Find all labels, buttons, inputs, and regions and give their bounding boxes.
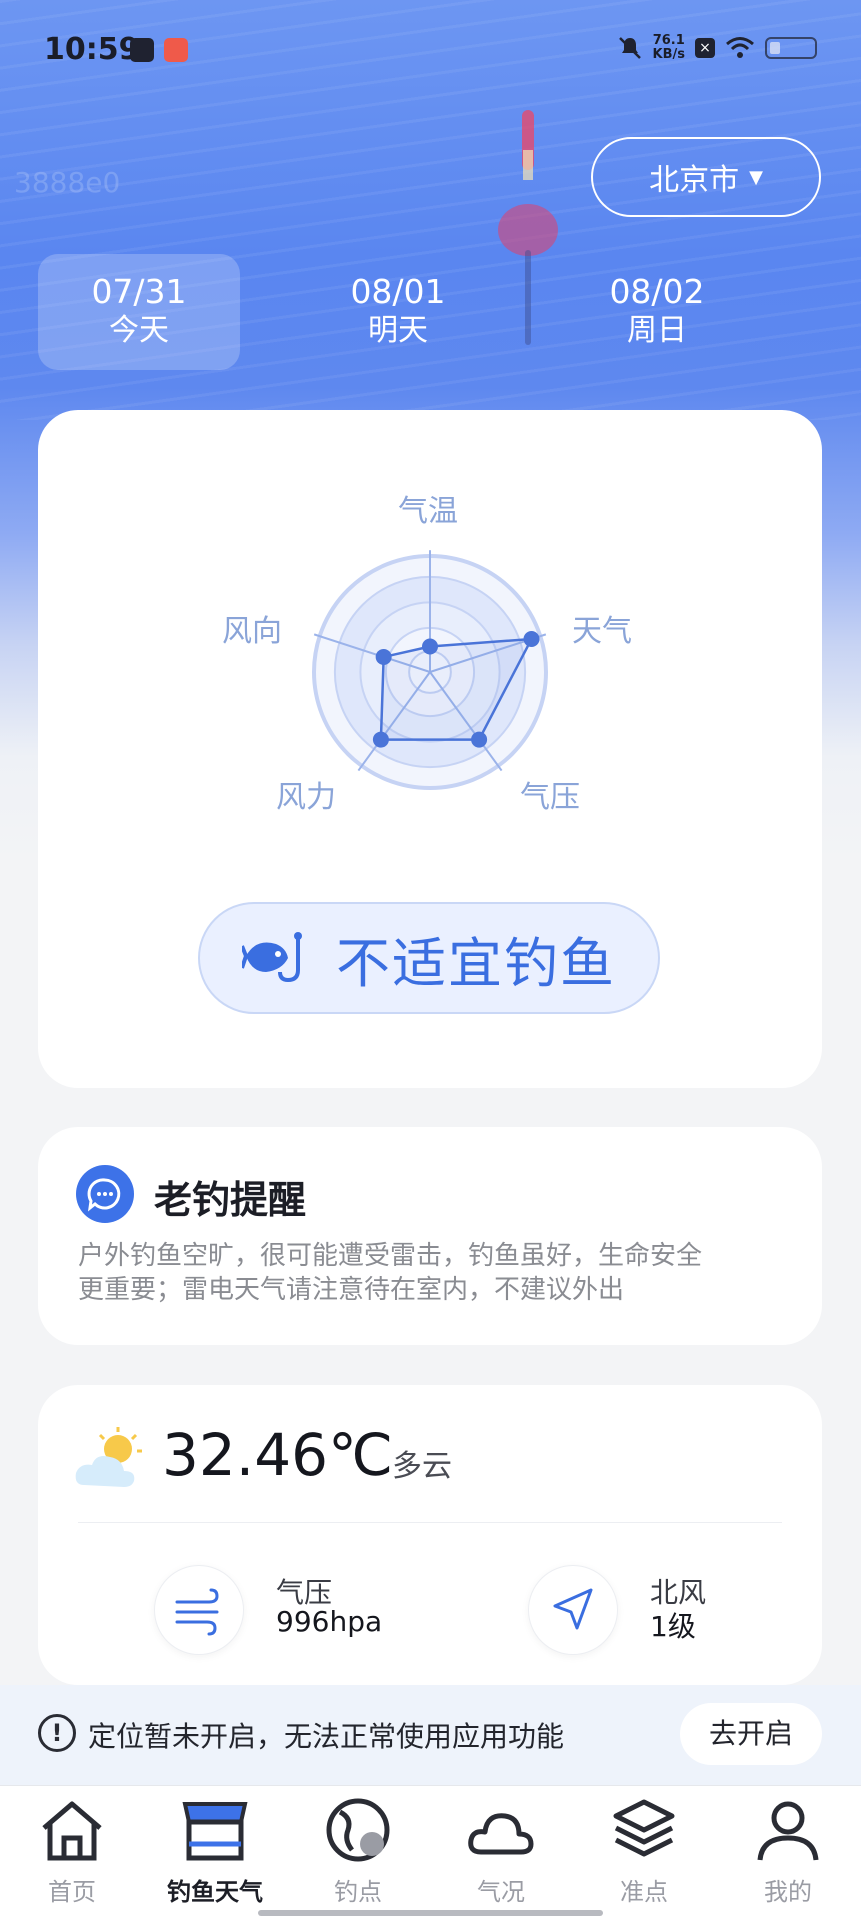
reminder-title: 老钓提醒: [154, 1178, 307, 1222]
radar-axis-label: 天气: [572, 614, 632, 649]
home-indicator: [258, 1910, 603, 1916]
date-day-label: 明天: [368, 313, 428, 348]
date-tab-sunday[interactable]: 08/02 周日: [556, 254, 758, 370]
mute-bell-icon: [618, 37, 641, 59]
date-value: 08/02: [609, 272, 705, 311]
pressure-icon-wrapper: [154, 1565, 244, 1655]
radar-axis-label: 气压: [520, 780, 580, 815]
tab-home[interactable]: 首页: [12, 1794, 132, 1906]
fishing-verdict-badge: 不适宜钓鱼: [198, 902, 660, 1014]
user-icon: [757, 1801, 819, 1861]
tab-fishing-spots[interactable]: 钓点: [298, 1794, 418, 1906]
fishing-weather-icon: [182, 1802, 248, 1861]
location-notice-text: 定位暂未开启，无法正常使用应用功能: [88, 1720, 565, 1753]
status-time: 10:59: [44, 32, 140, 67]
pressure-value: 996hpa: [276, 1605, 383, 1638]
sim-off-icon: ×: [695, 38, 715, 58]
date-value: 08/01: [350, 272, 446, 311]
date-value: 07/31: [91, 272, 187, 311]
radar-value-point: [422, 638, 438, 655]
wind-level-value: 1级: [650, 1610, 696, 1643]
fishing-verdict-text: 不适宜钓鱼: [336, 931, 616, 995]
fishing-index-card: 气温 天气 气压 风力 风向 不适宜钓鱼: [38, 410, 822, 1088]
reminder-card: 老钓提醒 户外钓鱼空旷，很可能遭受雷击，钓鱼虽好，生命安全 更重要；雷电天气请注…: [38, 1127, 822, 1345]
weather-condition: 多云: [392, 1449, 452, 1484]
notification-app-icon: [130, 38, 154, 62]
tab-weather-conditions[interactable]: 气况: [441, 1794, 561, 1906]
location-permission-banner: ! 定位暂未开启，无法正常使用应用功能 去开启: [0, 1685, 861, 1785]
tab-accurate-spots[interactable]: 准点: [584, 1794, 704, 1906]
warning-icon: !: [38, 1714, 76, 1752]
radar-value-point: [375, 648, 392, 665]
tab-fishing-weather[interactable]: 钓鱼天气: [155, 1794, 275, 1906]
date-tab-today[interactable]: 07/31 今天: [38, 254, 240, 370]
reminder-body: 户外钓鱼空旷，很可能遭受雷击，钓鱼虽好，生命安全 更重要；雷电天气请注意待在室内…: [78, 1241, 703, 1305]
wind-pressure-icon: [175, 1588, 219, 1636]
city-selector[interactable]: 北京市 ▼: [591, 137, 821, 217]
tab-label: 气况: [477, 1878, 525, 1906]
tab-profile[interactable]: 我的: [728, 1794, 848, 1906]
date-day-label: 今天: [109, 313, 169, 348]
divider: [78, 1522, 782, 1523]
cloud-icon: [468, 1813, 534, 1855]
tab-label: 钓鱼天气: [167, 1878, 263, 1906]
temperature-value: 32.46℃: [162, 1421, 394, 1489]
weather-card: 32.46℃ 多云 气压 996hpa 北风 1级: [38, 1385, 822, 1685]
notification-app-icon-red: [164, 38, 188, 62]
wifi-icon: [726, 37, 754, 58]
date-tab-tomorrow[interactable]: 08/01 明天: [297, 254, 499, 370]
date-day-label: 周日: [627, 313, 687, 348]
watermark-text: 3888e0: [14, 166, 121, 199]
tab-label: 首页: [48, 1878, 96, 1906]
layers-icon: [613, 1799, 675, 1857]
radar-axis-label: 气温: [398, 494, 458, 529]
radar-value-point: [523, 631, 540, 648]
radar-chart: [312, 550, 548, 790]
radar-axis-label: 风向: [222, 614, 282, 649]
home-icon: [42, 1801, 102, 1861]
date-tabs: 07/31 今天 08/01 明天 08/02 周日: [38, 254, 824, 370]
city-label: 北京市: [649, 163, 740, 198]
radar-axis-label: 风力: [276, 780, 336, 815]
map-globe-icon: [326, 1798, 390, 1862]
radar-value-point: [471, 731, 488, 748]
navigation-arrow-icon: [553, 1588, 593, 1630]
fish-hook-icon: [242, 932, 302, 983]
tab-label: 钓点: [334, 1878, 382, 1906]
radar-value-point: [372, 731, 389, 748]
tab-label: 我的: [764, 1878, 812, 1906]
enable-location-button[interactable]: 去开启: [680, 1703, 822, 1765]
tab-label: 准点: [620, 1878, 668, 1906]
chat-bubble-icon: [76, 1165, 134, 1223]
wind-icon-wrapper: [528, 1565, 618, 1655]
chevron-down-icon: ▼: [749, 166, 763, 188]
partly-cloudy-icon: [75, 1427, 142, 1487]
battery-icon: [765, 37, 817, 59]
net-speed: 76.1 KB/s: [652, 33, 685, 62]
status-bar: 10:59 76.1 KB/s ×: [0, 0, 861, 100]
bottom-tab-bar: 首页 钓鱼天气 钓点 气况 准点 我的: [0, 1785, 861, 1921]
